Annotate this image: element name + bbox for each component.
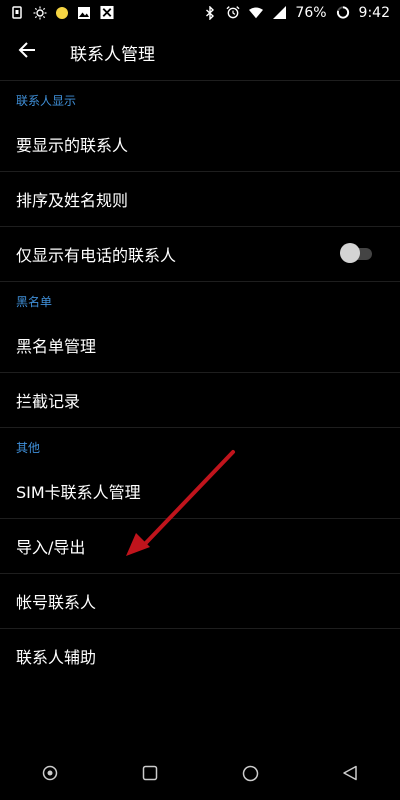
- list-item-visible-contacts[interactable]: 要显示的联系人: [0, 117, 400, 172]
- status-bar: 76% 9:42: [0, 0, 400, 25]
- list-item-import-export[interactable]: 导入/导出: [0, 519, 400, 574]
- list-item-label: 联系人辅助: [16, 648, 97, 667]
- bluetooth-icon: [203, 5, 217, 20]
- list-item-label: 帐号联系人: [16, 593, 97, 612]
- page-title: 联系人管理: [70, 44, 155, 65]
- battery-percent: 76%: [295, 4, 327, 21]
- wifi-icon: [249, 6, 264, 20]
- back-nav-button[interactable]: [330, 755, 370, 795]
- recents-icon: [142, 765, 158, 785]
- list-item-phone-only-contacts[interactable]: 仅显示有电话的联系人: [0, 227, 400, 282]
- battery-ring-icon: [336, 6, 350, 20]
- phone-only-toggle[interactable]: [340, 243, 374, 263]
- record-icon: [42, 765, 58, 785]
- list-item-label: 黑名单管理: [16, 337, 97, 356]
- list-item-label: 排序及姓名规则: [16, 191, 129, 210]
- app-bar: 联系人管理: [0, 25, 400, 79]
- list-item-sort-name-rules[interactable]: 排序及姓名规则: [0, 172, 400, 227]
- list-item-sim-contacts[interactable]: SIM卡联系人管理: [0, 464, 400, 519]
- home-button[interactable]: [230, 755, 270, 795]
- list-item-label: 仅显示有电话的联系人: [16, 246, 177, 265]
- list-item-blacklist-manage[interactable]: 黑名单管理: [0, 318, 400, 373]
- status-right-icons: 76% 9:42: [203, 5, 390, 21]
- list-item-label: 导入/导出: [16, 538, 86, 557]
- close-box-icon: [100, 5, 114, 20]
- clock: 9:42: [358, 4, 390, 21]
- toggle-thumb: [340, 243, 360, 263]
- alarm-icon: [226, 6, 240, 20]
- sim-icon: [10, 6, 24, 20]
- list-item-label: 拦截记录: [16, 392, 81, 411]
- list-item-label: 要显示的联系人: [16, 136, 129, 155]
- arrow-left-icon: [18, 41, 36, 63]
- back-triangle-icon: [342, 765, 358, 785]
- section-header-display: 联系人显示: [16, 94, 77, 108]
- recents-button[interactable]: [130, 755, 170, 795]
- record-button[interactable]: [30, 755, 70, 795]
- brightness-icon: [33, 6, 47, 20]
- image-icon: [77, 6, 91, 20]
- list-item-account-contacts[interactable]: 帐号联系人: [0, 574, 400, 629]
- back-button[interactable]: [0, 25, 54, 79]
- nav-bar: [0, 750, 400, 800]
- signal-icon: [272, 6, 286, 20]
- list-item-block-records[interactable]: 拦截记录: [0, 373, 400, 428]
- section-header-blacklist: 黑名单: [16, 295, 53, 309]
- status-left-icons: [10, 5, 114, 20]
- yellow-dot-icon: [56, 6, 68, 19]
- list-item-contact-assist[interactable]: 联系人辅助: [0, 629, 400, 683]
- list-item-label: SIM卡联系人管理: [16, 483, 141, 502]
- section-header-other: 其他: [16, 441, 41, 455]
- settings-list: 联系人显示 要显示的联系人 排序及姓名规则 仅显示有电话的联系人 黑名单 黑名单…: [0, 81, 400, 683]
- home-icon: [242, 765, 259, 786]
